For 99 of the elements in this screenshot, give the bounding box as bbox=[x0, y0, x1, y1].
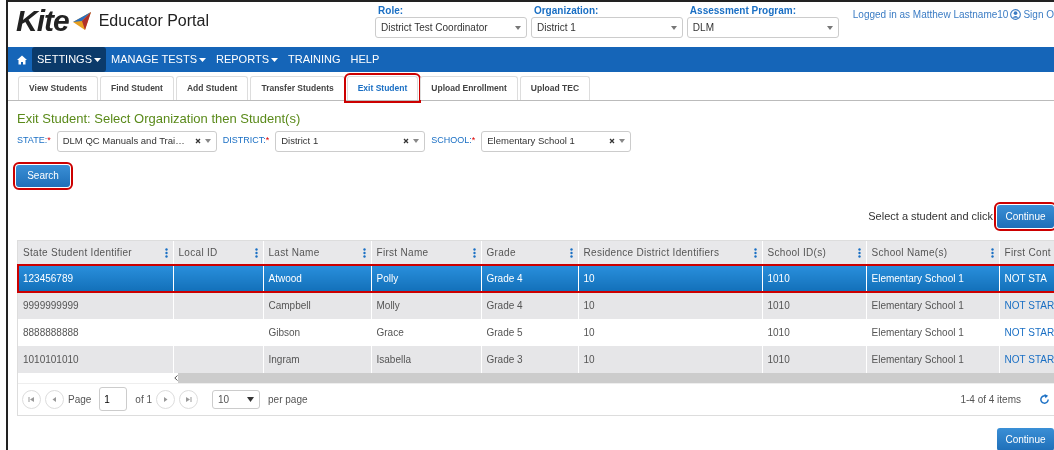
table-cell: Grade 4 bbox=[486, 299, 523, 311]
column-menu-icon[interactable] bbox=[753, 247, 757, 258]
pager-arrow-icon bbox=[162, 395, 170, 403]
caret-icon bbox=[826, 25, 833, 30]
table-cell: 1010101010 bbox=[23, 353, 79, 365]
table-cell: Elementary School 1 bbox=[871, 353, 964, 365]
table-cell: 10 bbox=[583, 353, 595, 365]
dropdown-field[interactable]: District Test Coordinator bbox=[375, 17, 527, 38]
column-menu-icon[interactable] bbox=[362, 247, 366, 258]
filter-dropdown[interactable]: DLM QC Manuals and Trai… bbox=[56, 130, 217, 152]
selector-label: Role: bbox=[377, 5, 405, 17]
filter-label: SCHOOL:* bbox=[431, 134, 476, 148]
clear-icon[interactable] bbox=[403, 138, 410, 144]
caret-icon bbox=[670, 25, 677, 30]
nav-menu-item[interactable]: SETTINGS bbox=[32, 47, 106, 72]
column-header[interactable]: Grade bbox=[486, 245, 516, 260]
nav-menu-item[interactable]: TRAINING bbox=[283, 47, 346, 72]
column-menu-icon[interactable] bbox=[857, 247, 861, 258]
pager-arrow-icon bbox=[28, 395, 35, 403]
table-cell: Grade 3 bbox=[486, 353, 523, 365]
table-cell: 123456789 bbox=[23, 272, 74, 284]
table-row[interactable]: 123456789 Atwood Polly Grade 4 10 1010 Elementary School 1 NOT STA bbox=[18, 264, 1054, 292]
table-cell: Ingram bbox=[268, 353, 300, 365]
nav-menu-item[interactable]: REPORTS bbox=[211, 47, 283, 72]
table-cell: 1010 bbox=[767, 353, 790, 365]
tab[interactable]: Add Student bbox=[175, 76, 249, 100]
table-cell: Elementary School 1 bbox=[871, 299, 964, 311]
page-input[interactable]: 1 bbox=[99, 387, 128, 411]
column-menu-icon[interactable] bbox=[990, 247, 994, 258]
table-cell: 9999999999 bbox=[23, 299, 79, 311]
scrollbar-thumb[interactable] bbox=[178, 372, 1054, 383]
table-cell: Atwood bbox=[268, 272, 302, 284]
table-cell: Molly bbox=[376, 299, 400, 311]
column-menu-icon[interactable] bbox=[164, 247, 168, 258]
dropdown-field[interactable]: District 1 bbox=[530, 17, 683, 38]
table-cell: 1010 bbox=[767, 299, 790, 311]
user-text: Logged in as Matthew Lastname10 bbox=[852, 8, 1009, 22]
tab[interactable]: Transfer Students bbox=[250, 76, 345, 100]
tab[interactable]: View Students bbox=[18, 76, 98, 100]
page-size-dropdown[interactable]: 10 bbox=[212, 389, 261, 409]
tab[interactable]: Find Student bbox=[99, 76, 174, 100]
tab[interactable]: Upload Enrollment bbox=[420, 76, 518, 100]
table-cell: 8888888888 bbox=[23, 326, 79, 338]
status-link[interactable]: NOT STAR bbox=[1004, 326, 1054, 338]
continue-button[interactable]: Continue bbox=[997, 204, 1054, 228]
user-icon bbox=[1010, 9, 1022, 20]
table-cell: Gibson bbox=[268, 326, 301, 338]
home-icon[interactable] bbox=[17, 54, 27, 65]
table-cell: Elementary School 1 bbox=[871, 272, 964, 284]
caret-icon bbox=[247, 396, 255, 402]
table-row[interactable]: 9999999999 Campbell Molly Grade 4 10 1010 Elementary School 1 NOT STAR bbox=[18, 291, 1054, 319]
clear-icon[interactable] bbox=[609, 138, 616, 144]
continue-button[interactable]: Continue bbox=[997, 427, 1054, 450]
search-button[interactable]: Search bbox=[16, 164, 70, 187]
table-cell: 10 bbox=[583, 299, 595, 311]
filter-dropdown[interactable]: District 1 bbox=[275, 130, 426, 152]
filter-label: STATE:* bbox=[17, 134, 51, 148]
caret-icon bbox=[204, 139, 211, 143]
pager-arrow-icon bbox=[185, 395, 193, 403]
dropdown-field[interactable]: DLM bbox=[686, 17, 839, 38]
table-cell: Isabella bbox=[376, 353, 411, 365]
sign-out-link[interactable]: Sign O bbox=[1023, 7, 1054, 22]
items-count: 1-4 of 4 items bbox=[960, 392, 1021, 407]
pager-arrow-icon bbox=[51, 395, 58, 403]
instruction-text: Select a student and click bbox=[868, 208, 993, 224]
table-cell: 1010 bbox=[767, 272, 790, 284]
clear-icon[interactable] bbox=[194, 138, 201, 144]
filter-dropdown[interactable]: Elementary School 1 bbox=[481, 130, 632, 152]
selector-label: Organization: bbox=[532, 5, 600, 17]
table-cell: 1010 bbox=[767, 326, 790, 338]
table-cell: Polly bbox=[376, 272, 399, 284]
column-menu-icon[interactable] bbox=[254, 247, 258, 258]
refresh-icon[interactable] bbox=[1039, 393, 1050, 405]
table-cell: 10 bbox=[583, 272, 595, 284]
portal-title: Educator Portal bbox=[98, 11, 209, 31]
page-heading: Exit Student: Select Organization then Student(s) bbox=[17, 110, 302, 128]
table-cell: Campbell bbox=[268, 299, 311, 311]
page-count: of 1 bbox=[135, 392, 153, 407]
caret-icon bbox=[514, 25, 521, 30]
caret-icon bbox=[413, 139, 420, 143]
filter-label: DISTRICT:* bbox=[222, 134, 270, 148]
column-menu-icon[interactable] bbox=[569, 247, 573, 258]
table-row[interactable]: 1010101010 Ingram Isabella Grade 3 10 1010 Elementary School 1 NOT STAR bbox=[18, 345, 1054, 373]
table-cell: Grade 5 bbox=[486, 326, 523, 338]
table-cell: Grace bbox=[376, 326, 404, 338]
table-cell: 10 bbox=[583, 326, 595, 338]
caret-icon bbox=[619, 139, 626, 143]
nav-menu-item[interactable]: HELP bbox=[345, 47, 385, 72]
per-page-label: per page bbox=[268, 392, 308, 407]
tab[interactable]: Exit Student bbox=[346, 76, 419, 100]
nav-menu-item[interactable]: MANAGE TESTS bbox=[106, 47, 211, 72]
table-row[interactable]: 8888888888 Gibson Grace Grade 5 10 1010 Elementary School 1 NOT STAR bbox=[18, 318, 1054, 346]
column-menu-icon[interactable] bbox=[472, 247, 476, 258]
table-cell: Grade 4 bbox=[486, 272, 523, 284]
table-cell: Elementary School 1 bbox=[871, 326, 964, 338]
page-label: Page bbox=[68, 392, 92, 407]
tab[interactable]: Upload TEC bbox=[519, 76, 591, 100]
selector-label: Assessment Program: bbox=[688, 5, 797, 17]
logo-text: Kite bbox=[16, 6, 69, 36]
